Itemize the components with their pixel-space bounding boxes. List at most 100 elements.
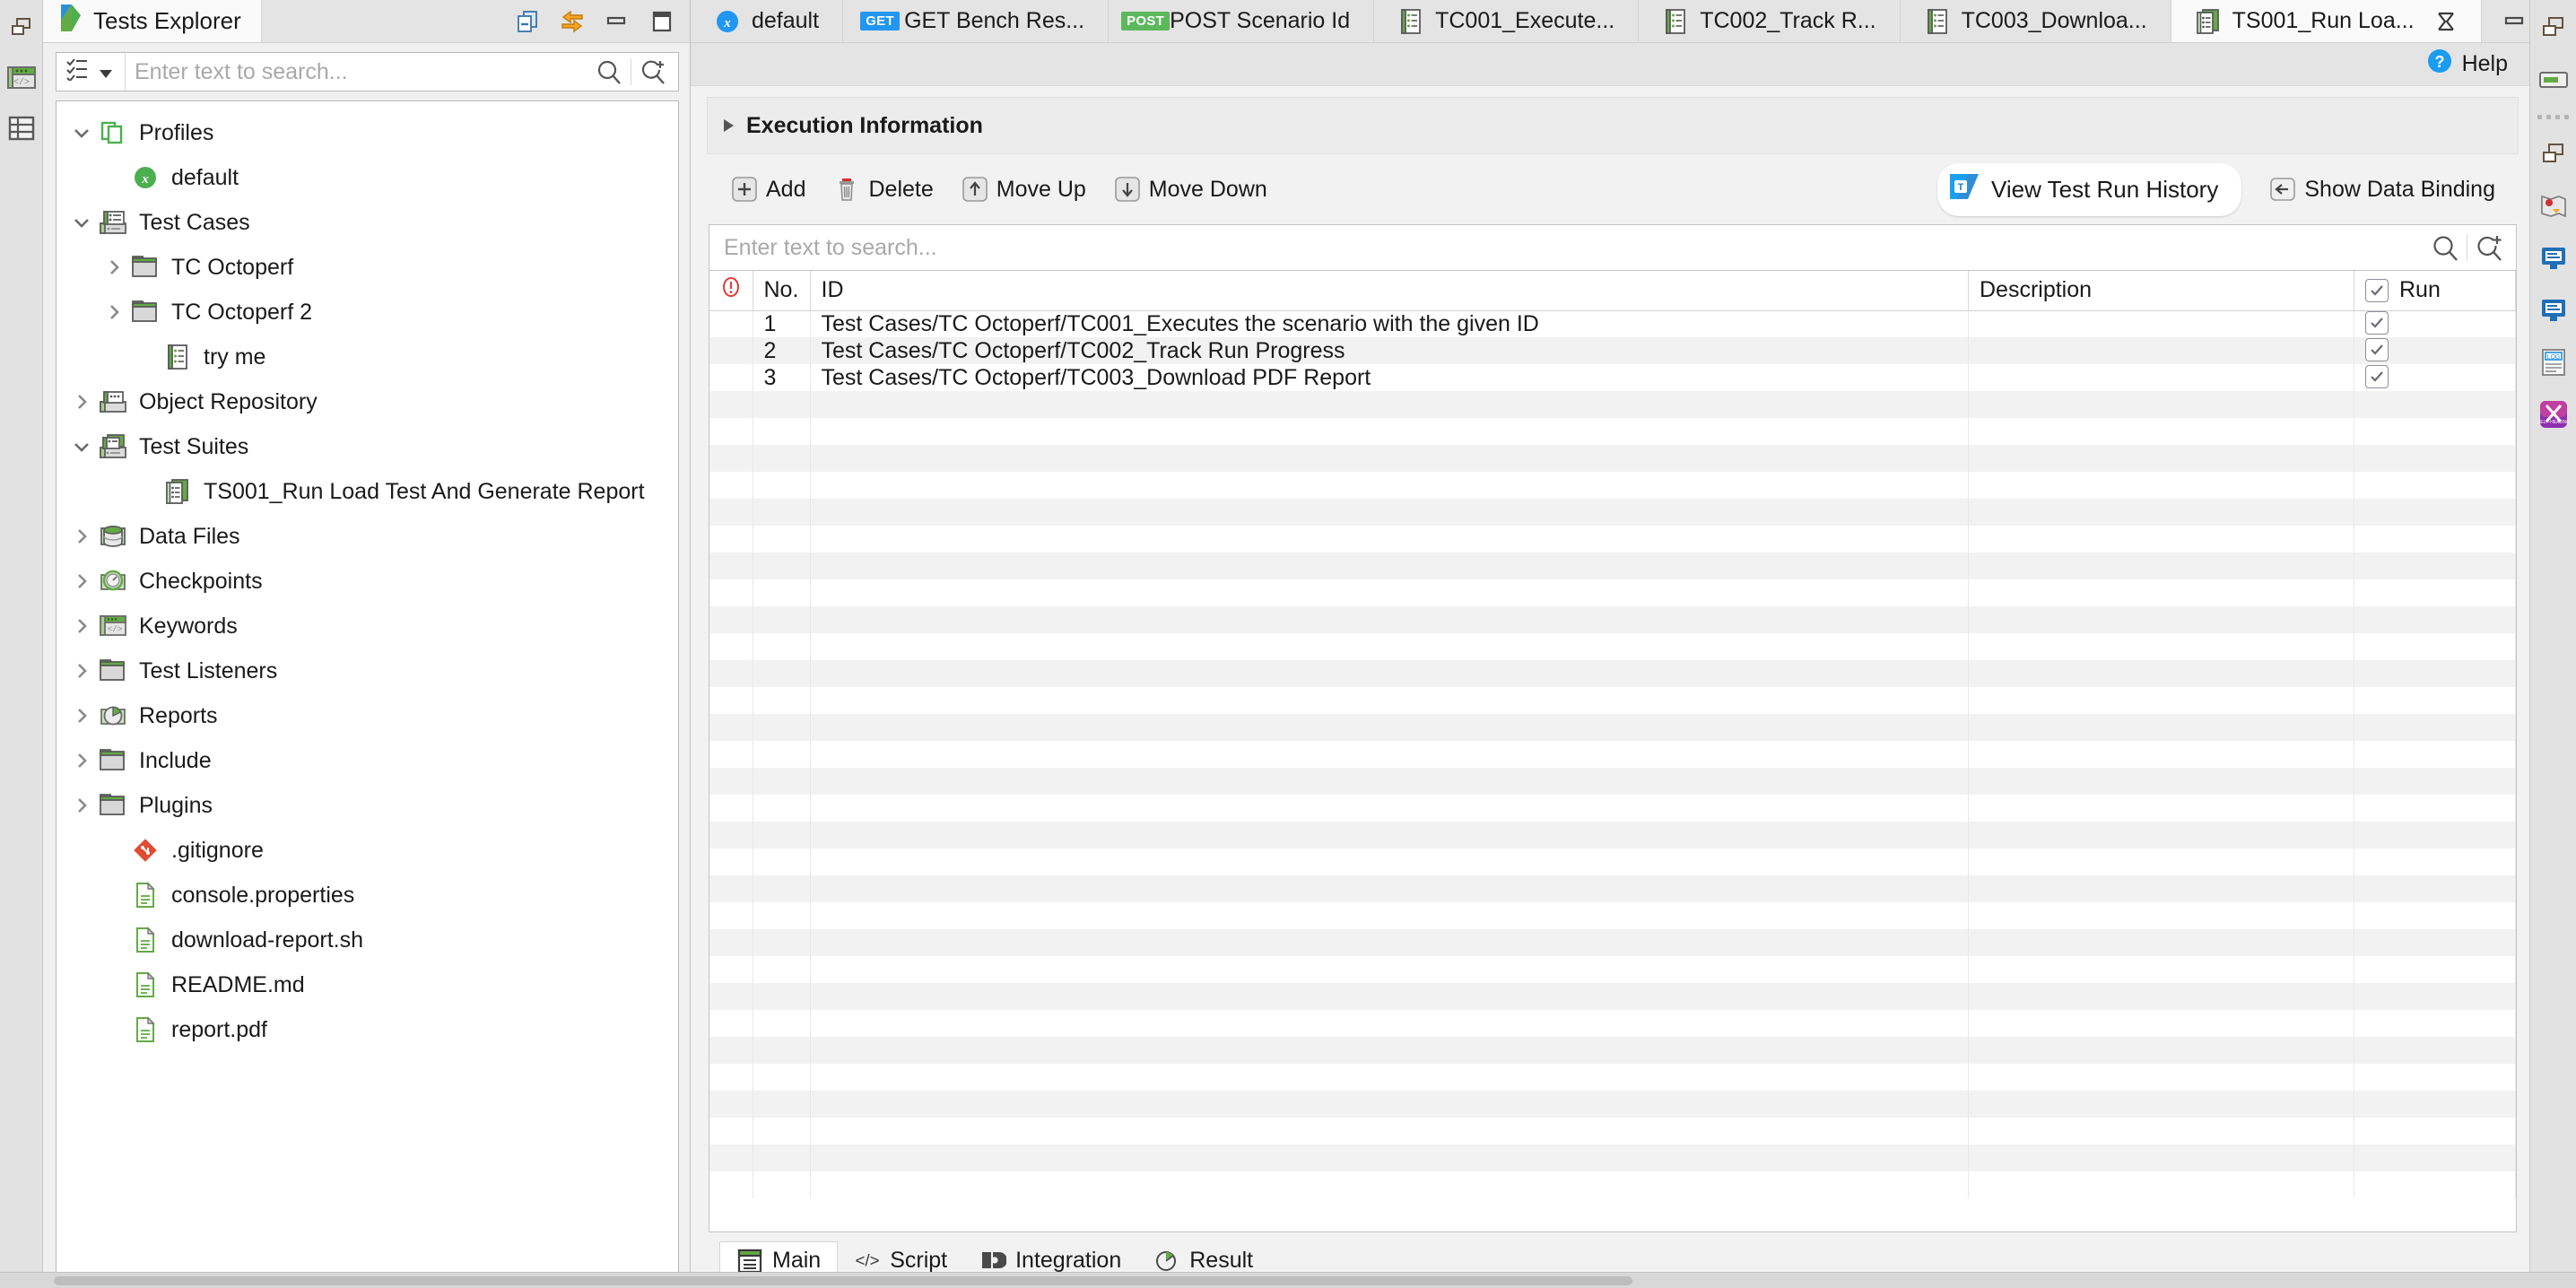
search-input[interactable]	[126, 59, 584, 85]
editor-tab-ts001-run-loa[interactable]: TS001_Run Loa...	[2171, 0, 2482, 42]
table-row-empty[interactable]	[709, 956, 2516, 983]
table-row-empty[interactable]	[709, 445, 2516, 472]
chevron-right-icon[interactable]	[98, 296, 130, 328]
chevron-right-icon[interactable]	[98, 251, 130, 283]
filter-options[interactable]	[57, 53, 126, 91]
run-checkbox[interactable]	[2365, 338, 2389, 361]
map-icon[interactable]	[2537, 189, 2571, 223]
cell-run[interactable]	[2354, 310, 2516, 337]
table-row-empty[interactable]	[709, 1064, 2516, 1091]
editor-tab-tc002-track-r[interactable]: TC002_Track R...	[1639, 0, 1900, 42]
editor-tab-post-scenario-id[interactable]: POSTPOST Scenario Id	[1109, 0, 1374, 42]
editor-tab-tc001-execute[interactable]: TC001_Execute...	[1374, 0, 1639, 42]
table-row-empty[interactable]	[709, 902, 2516, 929]
table-row-empty[interactable]	[709, 1171, 2516, 1198]
self-healing-icon[interactable]: SELF-HEALING	[2537, 397, 2571, 431]
tests-explorer-tree[interactable]: ProfilesxdefaultTest CasesTC OctoperfTC …	[56, 100, 679, 1275]
minimize-icon[interactable]	[2502, 10, 2528, 33]
tree-item-report-pdf[interactable]: report.pdf	[57, 1007, 678, 1052]
column-description[interactable]: Description	[1969, 271, 2354, 310]
chevron-down-icon[interactable]	[65, 206, 98, 239]
column-warning[interactable]	[709, 271, 753, 310]
tree-item-keywords[interactable]: </>Keywords	[57, 604, 678, 648]
move-down-button[interactable]: Move Down	[1102, 170, 1278, 209]
tree-item-profiles[interactable]: Profiles	[57, 110, 678, 155]
table-row-empty[interactable]	[709, 849, 2516, 875]
table-row-empty[interactable]	[709, 687, 2516, 714]
table-row-empty[interactable]	[709, 768, 2516, 795]
tree-item-include[interactable]: Include	[57, 738, 678, 783]
table-row-empty[interactable]	[709, 526, 2516, 553]
minimize-icon[interactable]	[604, 8, 631, 35]
tree-item-try-me[interactable]: try me	[57, 335, 678, 379]
table-row-empty[interactable]	[709, 822, 2516, 849]
table-row-empty[interactable]	[709, 714, 2516, 741]
table-row-empty[interactable]	[709, 660, 2516, 687]
run-header-checkbox[interactable]	[2365, 279, 2389, 302]
chevron-right-icon[interactable]	[65, 700, 98, 732]
table-row-empty[interactable]	[709, 983, 2516, 1010]
run-checkbox[interactable]	[2365, 365, 2389, 388]
test-case-grid[interactable]: No. ID Description Run	[709, 271, 2517, 1232]
editor-tab-get-bench-res[interactable]: GETGET Bench Res...	[843, 0, 1109, 42]
table-row-empty[interactable]	[709, 795, 2516, 822]
table-search-input[interactable]	[709, 235, 2425, 261]
chevron-down-icon[interactable]	[65, 117, 98, 149]
column-run[interactable]: Run	[2354, 271, 2516, 310]
table-row-empty[interactable]	[709, 633, 2516, 660]
table-row-empty[interactable]	[709, 391, 2516, 418]
tree-item-tc-octoperf[interactable]: TC Octoperf	[57, 245, 678, 290]
editor-tab-tc003-downloa[interactable]: TC003_Downloa...	[1901, 0, 2171, 42]
explorer-search-box[interactable]	[56, 52, 679, 91]
tree-item-default[interactable]: xdefault	[57, 155, 678, 200]
chevron-right-icon[interactable]	[65, 520, 98, 553]
tree-item-ts001-run-load-test-and-generate-report[interactable]: TS001_Run Load Test And Generate Report	[57, 469, 678, 514]
table-row[interactable]: 1Test Cases/TC Octoperf/TC001_Executes t…	[709, 310, 2516, 337]
table-search-box[interactable]	[709, 224, 2517, 271]
chevron-right-icon[interactable]	[65, 610, 98, 642]
close-icon[interactable]	[2434, 10, 2458, 33]
chevron-right-icon[interactable]	[65, 565, 98, 597]
horizontal-scrollbar[interactable]	[54, 1276, 1632, 1285]
add-button[interactable]: Add	[719, 170, 816, 209]
tree-item-test-cases[interactable]: Test Cases	[57, 200, 678, 245]
chevron-right-icon[interactable]	[65, 655, 98, 687]
chevron-right-icon[interactable]	[65, 744, 98, 777]
table-row-empty[interactable]	[709, 499, 2516, 526]
view-test-run-history-button[interactable]: T View Test Run History	[1937, 163, 2241, 216]
tree-item-test-suites[interactable]: Test Suites	[57, 424, 678, 469]
table-row-empty[interactable]	[709, 579, 2516, 606]
maximize-icon[interactable]	[648, 8, 675, 35]
show-data-binding-button[interactable]: Show Data Binding	[2258, 170, 2506, 209]
new-search-icon[interactable]	[635, 54, 671, 90]
chevron-right-icon[interactable]	[65, 789, 98, 822]
windows-icon[interactable]	[6, 13, 37, 43]
table-row-empty[interactable]	[709, 1144, 2516, 1171]
table-row[interactable]: 2Test Cases/TC Octoperf/TC002_Track Run …	[709, 337, 2516, 364]
console-icon[interactable]	[2537, 63, 2571, 97]
collapse-all-icon[interactable]	[514, 8, 541, 35]
tree-item-data-files[interactable]: Data Files	[57, 514, 678, 559]
new-search-icon[interactable]	[2469, 228, 2509, 267]
keyword-browser-icon[interactable]: </>	[6, 63, 37, 93]
windows-icon[interactable]	[2537, 11, 2571, 45]
tree-item-console-properties[interactable]: console.properties	[57, 873, 678, 918]
column-id[interactable]: ID	[810, 271, 1969, 310]
tab-tests-explorer[interactable]: Tests Explorer	[43, 0, 262, 42]
help-button[interactable]: ? Help	[2426, 48, 2508, 81]
column-no[interactable]: No.	[753, 271, 810, 310]
chevron-right-icon[interactable]	[65, 386, 98, 418]
table-row-empty[interactable]	[709, 1010, 2516, 1037]
tree-item-download-report-sh[interactable]: download-report.sh	[57, 918, 678, 962]
table-row-empty[interactable]	[709, 929, 2516, 956]
table-row-empty[interactable]	[709, 741, 2516, 768]
tree-item-plugins[interactable]: Plugins	[57, 783, 678, 828]
table-row-empty[interactable]	[709, 875, 2516, 902]
table-row-empty[interactable]	[709, 606, 2516, 633]
table-row-empty[interactable]	[709, 472, 2516, 499]
windows2-icon[interactable]	[2537, 137, 2571, 171]
search-icon[interactable]	[591, 54, 627, 90]
tree-item-test-listeners[interactable]: Test Listeners	[57, 648, 678, 693]
table-row-empty[interactable]	[709, 418, 2516, 445]
table-icon[interactable]	[6, 113, 37, 144]
